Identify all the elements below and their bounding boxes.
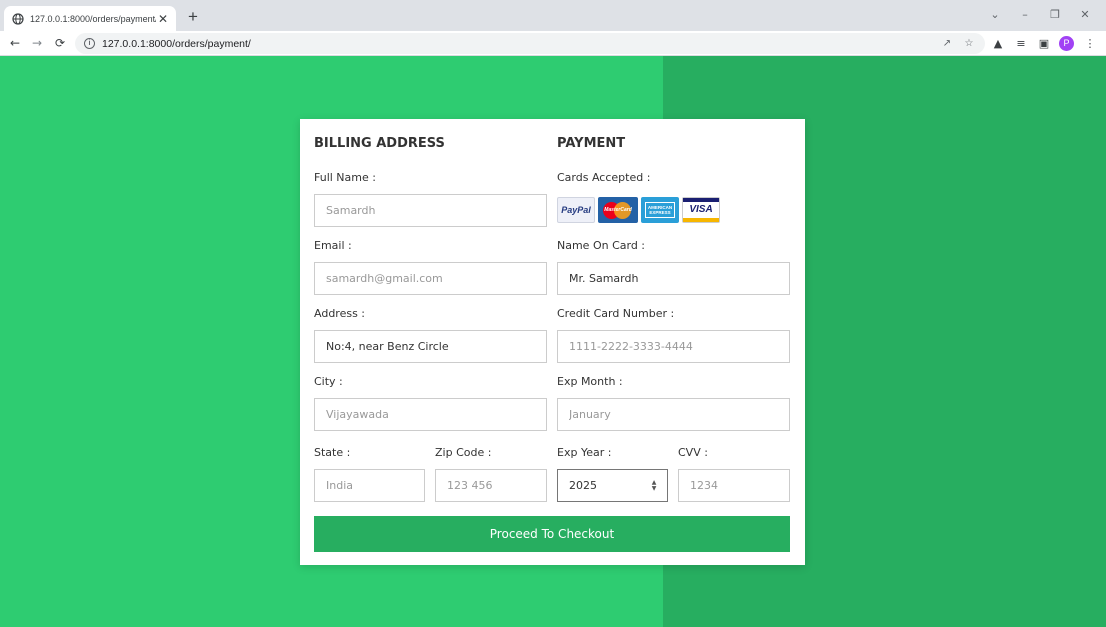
exp-year-wrapper: ▲▼ xyxy=(557,469,668,502)
address-bar[interactable]: i 127.0.0.1:8000/orders/payment/ ↗ ☆ xyxy=(75,33,985,54)
amex-logo: AMERICAN EXPRESS xyxy=(641,196,679,223)
reading-list-icon[interactable]: ≡ xyxy=(1013,36,1029,52)
side-panel-icon[interactable]: ▣ xyxy=(1036,36,1052,52)
accepted-cards-image: PayPal MasterCard AMERICAN EXPRESS VISA xyxy=(557,196,727,223)
amex-logo-text: AMERICAN EXPRESS xyxy=(645,201,675,218)
window-controls: ⌄ – ❐ ✕ xyxy=(980,4,1100,26)
proceed-to-checkout-button[interactable]: Proceed To Checkout xyxy=(314,516,790,552)
billing-title: BILLING ADDRESS xyxy=(314,136,445,151)
email-input[interactable] xyxy=(314,262,547,295)
cvv-label: CVV : xyxy=(678,446,708,459)
browser-tab-strip: 127.0.0.1:8000/orders/payment/ ✕ + ⌄ – ❐… xyxy=(0,0,1106,31)
browser-toolbar: ← → ⟳ i 127.0.0.1:8000/orders/payment/ ↗… xyxy=(0,31,1106,56)
chevron-down-icon[interactable]: ⌄ xyxy=(980,4,1010,26)
page-background: BILLING ADDRESS Full Name : Email : Addr… xyxy=(0,56,1106,627)
city-input[interactable] xyxy=(314,398,547,431)
restore-icon[interactable]: ❐ xyxy=(1040,4,1070,26)
mastercard-logo: MasterCard xyxy=(598,196,638,223)
info-icon[interactable]: i xyxy=(84,38,95,49)
zip-code-input[interactable] xyxy=(435,469,547,502)
visa-logo-text: VISA xyxy=(689,204,713,215)
exp-month-label: Exp Month : xyxy=(557,375,623,388)
reload-icon[interactable]: ⟳ xyxy=(51,34,69,52)
address-label: Address : xyxy=(314,307,366,320)
email-label: Email : xyxy=(314,239,352,252)
paypal-logo: PayPal xyxy=(557,196,595,223)
share-icon[interactable]: ↗ xyxy=(940,37,954,51)
full-name-label: Full Name : xyxy=(314,171,376,184)
profile-avatar[interactable]: P xyxy=(1059,36,1074,51)
cvv-input[interactable] xyxy=(678,469,790,502)
name-on-card-input[interactable] xyxy=(557,262,790,295)
paypal-logo-text: PayPal xyxy=(561,204,591,215)
url-text[interactable]: 127.0.0.1:8000/orders/payment/ xyxy=(102,38,251,50)
menu-dots-icon[interactable]: ⋮ xyxy=(1082,36,1098,52)
state-input[interactable] xyxy=(314,469,425,502)
zip-code-label: Zip Code : xyxy=(435,446,492,459)
card-number-label: Credit Card Number : xyxy=(557,307,675,320)
close-window-icon[interactable]: ✕ xyxy=(1070,4,1100,26)
minimize-icon[interactable]: – xyxy=(1010,4,1040,26)
city-label: City : xyxy=(314,375,343,388)
exp-year-label: Exp Year : xyxy=(557,446,612,459)
new-tab-button[interactable]: + xyxy=(183,7,203,27)
state-label: State : xyxy=(314,446,351,459)
star-icon[interactable]: ☆ xyxy=(962,37,976,51)
back-arrow-icon[interactable]: ← xyxy=(6,34,24,52)
card-number-input[interactable] xyxy=(557,330,790,363)
globe-icon xyxy=(12,12,24,25)
close-icon[interactable]: ✕ xyxy=(156,12,170,26)
checkout-form: BILLING ADDRESS Full Name : Email : Addr… xyxy=(300,119,805,565)
exp-month-input[interactable] xyxy=(557,398,790,431)
payment-title: PAYMENT xyxy=(557,136,626,151)
extensions-icon[interactable]: ▲ xyxy=(990,36,1006,52)
forward-arrow-icon[interactable]: → xyxy=(28,34,46,52)
visa-logo: VISA xyxy=(682,196,720,223)
tab-title: 127.0.0.1:8000/orders/payment/ xyxy=(30,13,156,24)
browser-tab[interactable]: 127.0.0.1:8000/orders/payment/ ✕ xyxy=(4,6,176,31)
mastercard-logo-text: MasterCard xyxy=(604,206,632,213)
full-name-input[interactable] xyxy=(314,194,547,227)
visa-bottom-stripe xyxy=(683,217,719,222)
visa-top-stripe xyxy=(683,197,719,202)
name-on-card-label: Name On Card : xyxy=(557,239,646,252)
cards-accepted-label: Cards Accepted : xyxy=(557,171,651,184)
number-stepper-icon[interactable]: ▲ ▼ xyxy=(650,479,658,492)
address-input[interactable] xyxy=(314,330,547,363)
